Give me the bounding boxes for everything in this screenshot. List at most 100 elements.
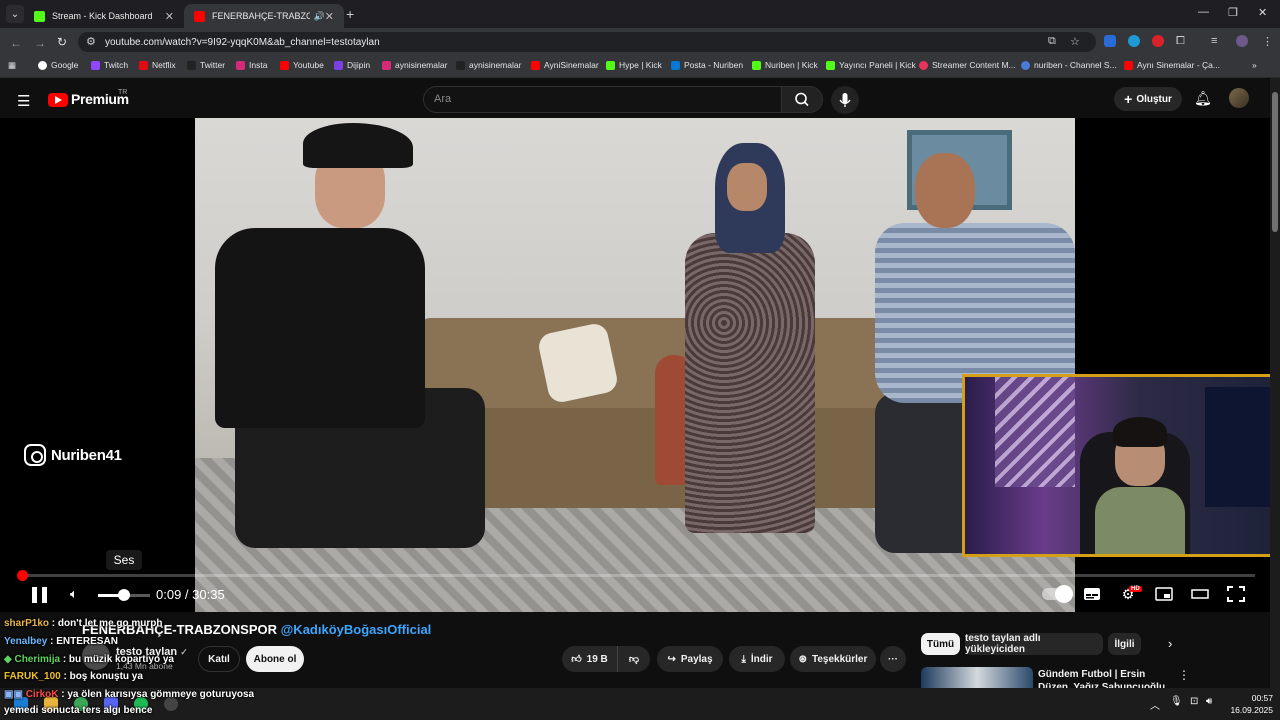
tab-kick-dashboard[interactable]: Stream - Kick Dashboard ✕ [24,4,184,28]
bookmark-hype-kick[interactable]: Hype | Kick [606,60,662,70]
volume-knob[interactable] [118,589,130,601]
bookmark-aynisinemalar-insta[interactable]: aynisinemalar [382,60,447,70]
chips-next-chevron-icon[interactable]: › [1168,636,1172,651]
tab-search-button[interactable]: ⌄ [6,5,24,23]
restore-button[interactable]: ❐ [1228,6,1238,19]
close-window-button[interactable]: ✕ [1258,6,1267,19]
google-icon [38,60,47,70]
search-button[interactable] [781,86,823,113]
profile-avatar-icon[interactable] [1236,35,1248,47]
browser-menu-icon[interactable]: ⋮ [1262,35,1273,48]
bookmark-dijipin[interactable]: Dijipin [334,60,370,70]
tab-audio-icon[interactable]: 🔊 [314,11,325,22]
chat-user: Cherimija [14,654,61,665]
recommended-more-icon[interactable]: ⋮ [1178,668,1190,682]
extension-shield-icon[interactable] [1104,35,1116,47]
miniplayer-button[interactable] [1153,585,1175,603]
video-title-tag[interactable]: @KadıköyBoğasıOfficial [281,622,432,637]
more-bookmarks-icon[interactable]: » [1252,60,1257,70]
chip-from-uploader[interactable]: testo taylan adlı yükleyiciden [965,633,1103,655]
bookmark-label: Hype | Kick [619,60,662,70]
bookmark-label: Nuriben | Kick [765,60,818,70]
bookmark-aynisinemalar-yt[interactable]: AyniSinemalar [531,60,599,70]
chip-all[interactable]: Tümü [921,633,960,655]
bookmark-label: aynisinemalar [469,60,522,70]
subscribe-button[interactable]: Abone ol [246,646,304,672]
new-tab-button[interactable]: + [346,6,354,22]
share-button[interactable]: ↪ Paylaş [657,646,723,672]
voice-search-button[interactable] [831,86,859,114]
download-button[interactable]: ⤓ İndir [729,646,785,672]
thanks-button[interactable]: ⊛ Teşekkürler [790,646,876,672]
subtitles-button[interactable] [1081,585,1103,603]
bookmark-label: aynisinemalar [395,60,448,70]
youtube-icon [531,60,540,70]
bookmark-channel-settings[interactable]: nuriben - Channel S... [1021,60,1117,70]
bookmark-streamer-content[interactable]: Streamer Content M... [919,60,1016,70]
scrollbar-thumb[interactable] [1272,92,1278,232]
bookmark-star-icon[interactable]: ☆ [1070,35,1080,48]
notifications-bell-icon[interactable]: 🔔︎ [1194,90,1212,107]
bookmark-netflix[interactable]: Netflix [139,60,176,70]
fullscreen-button[interactable] [1225,585,1247,603]
microphone-tray-icon[interactable]: 🎙︎ [1170,696,1183,707]
bookmark-yayinci-paneli[interactable]: Yayıncı Paneli | Kick [826,60,916,70]
bookmark-google[interactable]: Google [38,60,78,70]
clock-time[interactable]: 00:57 [1243,693,1273,703]
network-icon[interactable]: ⊡ [1190,696,1198,707]
tab-close-icon[interactable]: ✕ [165,10,174,23]
chat-text: : ya ölen karısıysa gömmeye goturuyosa [58,689,255,700]
bookmark-label: Google [51,60,79,70]
volume-tray-icon[interactable]: 🔊︎ [1206,696,1212,707]
theater-mode-button[interactable] [1189,585,1211,603]
like-button[interactable]: 👍︎ 19 B [562,646,618,672]
search-input[interactable] [423,86,782,113]
tab-close-icon[interactable]: ✕ [325,10,334,23]
pause-button[interactable] [32,587,47,603]
extensions-puzzle-icon[interactable]: ⧠ [1176,35,1185,48]
bookmark-nuriben-kick[interactable]: Nuriben | Kick [752,60,818,70]
dislike-button[interactable]: 👎︎ [618,646,650,672]
back-button[interactable]: ← [10,36,22,50]
extension-blue-icon[interactable] [1128,35,1140,47]
video-frame[interactable] [195,118,1075,612]
join-button[interactable]: Katıl [198,646,240,672]
hamburger-menu-icon[interactable]: ☰ [17,92,30,110]
bookmark-aynisinemalar-x[interactable]: aynisinemalar [456,60,521,70]
tray-chevron-icon[interactable]: ︿ [1150,697,1160,712]
apps-grid-icon[interactable]: ▦ [8,60,16,71]
chat-badge-icon: ◆ [4,654,15,665]
more-actions-button[interactable]: ··· [880,646,906,672]
progress-scrubber[interactable] [17,570,28,581]
bookmark-ayni-sinemalar[interactable]: Aynı Sinemalar - Ça... [1124,60,1220,70]
account-avatar[interactable] [1229,88,1249,108]
bookmark-youtube[interactable]: Youtube [280,60,324,70]
share-label: Paylaş [680,653,713,665]
bookmark-twitter[interactable]: Twitter [187,60,225,70]
cast-icon[interactable]: ⧉ [1048,35,1056,48]
bookmark-twitch[interactable]: Twitch [91,60,128,70]
chip-related[interactable]: İlgili [1108,633,1141,655]
bookmark-label: Aynı Sinemalar - Ça... [1137,60,1220,70]
media-control-icon[interactable]: ≡ [1211,35,1217,47]
scene-cushion [536,321,620,405]
minimize-button[interactable]: — [1198,6,1209,18]
reload-button[interactable]: ↻ [57,35,67,49]
like-count: 19 B [586,653,608,665]
progress-bar[interactable] [22,574,1255,577]
tab-youtube-video[interactable]: FENERBAHÇE-TRABZONSPO 🔊 ✕ [184,4,344,28]
fullscreen-icon [1227,586,1245,602]
kick-icon [752,60,761,70]
autoplay-toggle[interactable] [1042,585,1073,603]
bookmark-posta-nuriben[interactable]: Posta - Nuriben [671,60,743,70]
youtube-icon [1124,60,1133,70]
url-text[interactable]: youtube.com/watch?v=9I92-yqqK0M&ab_chann… [105,37,380,48]
volume-icon[interactable]: 🔈︎ [70,586,78,602]
forward-button[interactable]: → [34,36,46,50]
clock-date[interactable]: 16.09.2025 [1228,705,1273,715]
site-info-icon[interactable]: ⚙ [86,35,96,48]
extension-red-icon[interactable] [1152,35,1164,47]
bookmark-insta[interactable]: Insta [236,60,267,70]
watermark-text: Nuriben41 [51,446,122,464]
create-button[interactable]: + Oluştur [1114,87,1182,111]
